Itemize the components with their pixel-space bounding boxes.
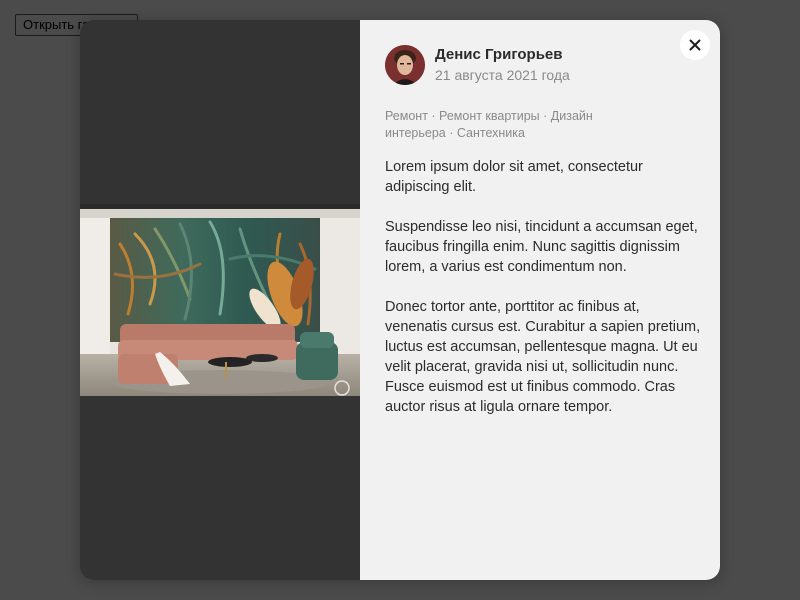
author-block: Денис Григорьев 21 августа 2021 года bbox=[385, 44, 695, 86]
tag-separator: · bbox=[539, 109, 551, 123]
avatar[interactable] bbox=[385, 45, 425, 85]
tags-list: Ремонт · Ремонт квартиры · Дизайн интерь… bbox=[385, 108, 625, 142]
tag-separator: · bbox=[427, 109, 440, 123]
author-name[interactable]: Денис Григорьев bbox=[435, 45, 570, 64]
post-modal: Денис Григорьев 21 августа 2021 года Рем… bbox=[80, 20, 720, 580]
close-icon bbox=[689, 39, 701, 51]
tag-separator: · bbox=[445, 126, 457, 140]
post-photo[interactable] bbox=[80, 204, 360, 396]
tag-link[interactable]: Ремонт квартиры bbox=[439, 109, 540, 123]
close-button[interactable] bbox=[680, 30, 710, 60]
post-paragraph: Donec tortor ante, porttitor ac finibus … bbox=[385, 299, 701, 415]
post-paragraph: Lorem ipsum dolor sit amet, consectetur … bbox=[385, 159, 643, 195]
post-paragraph: Suspendisse leo nisi, tincidunt a accums… bbox=[385, 219, 698, 275]
post-details-panel: Денис Григорьев 21 августа 2021 года Рем… bbox=[360, 20, 720, 580]
tag-link[interactable]: Ремонт bbox=[385, 109, 428, 123]
tag-link[interactable]: Сантехника bbox=[457, 126, 525, 140]
post-body: Lorem ipsum dolor sit amet, consectetur … bbox=[385, 157, 703, 417]
author-info: Денис Григорьев 21 августа 2021 года bbox=[435, 45, 570, 85]
post-date: 21 августа 2021 года bbox=[435, 67, 570, 83]
media-area bbox=[80, 20, 360, 580]
